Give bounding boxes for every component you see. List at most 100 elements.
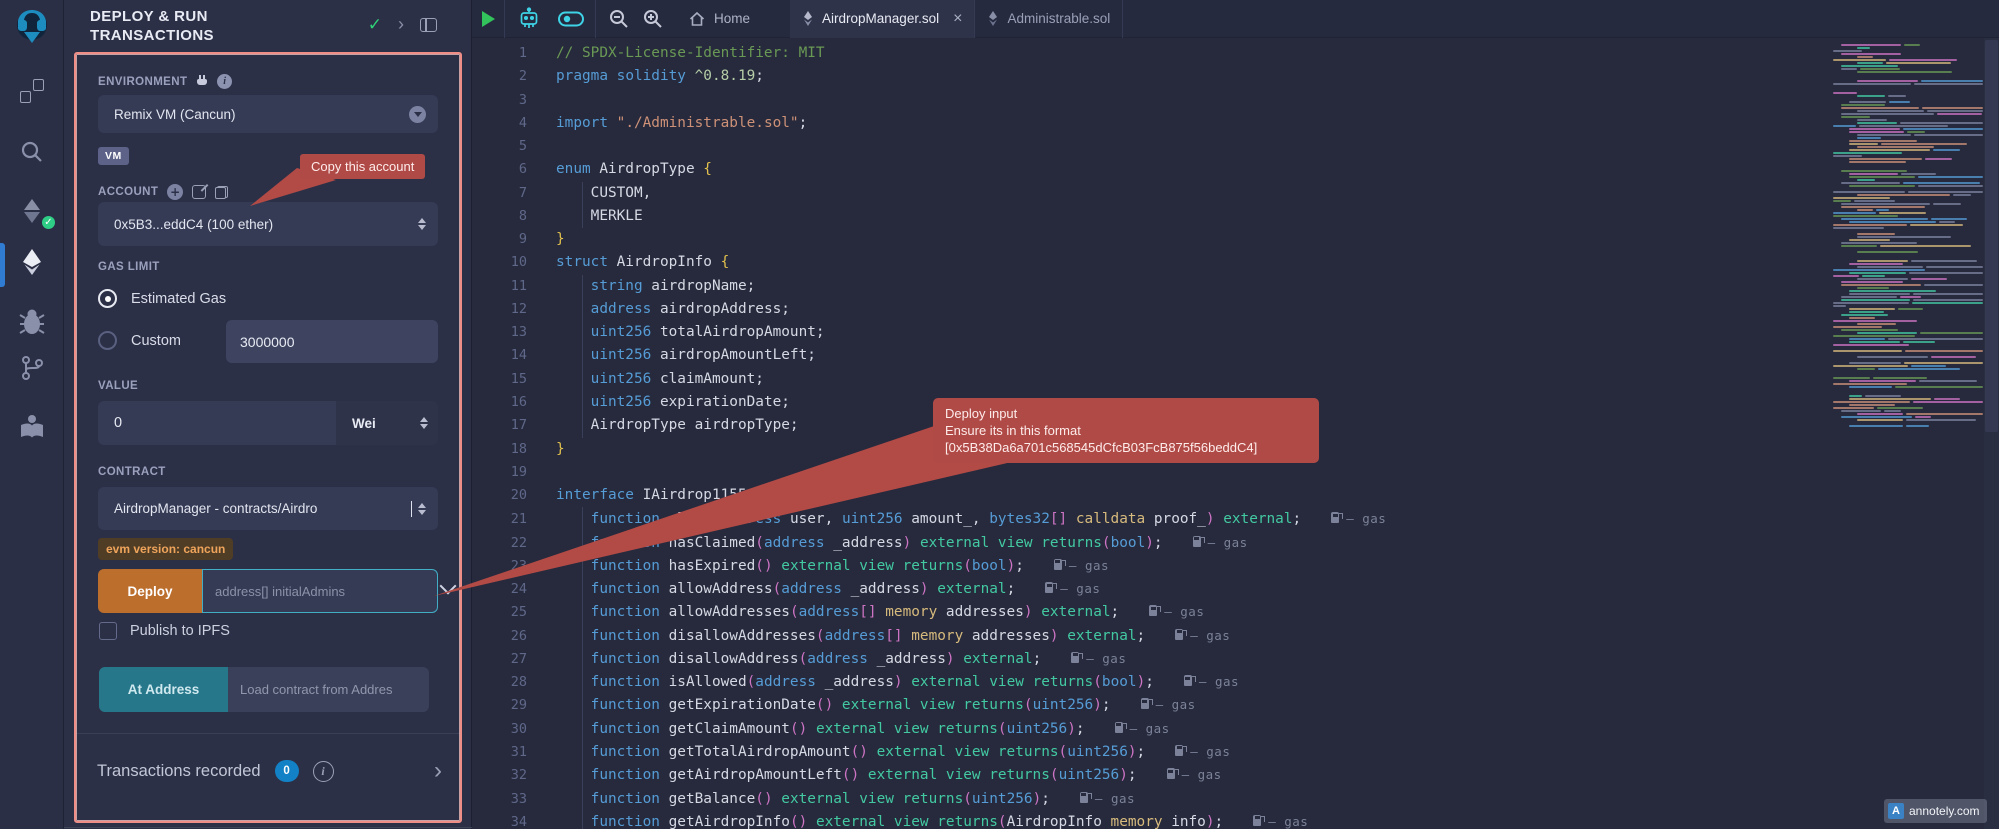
estimated-gas-option[interactable]: Estimated Gas <box>98 289 226 308</box>
at-address-button[interactable]: At Address <box>99 667 228 712</box>
deploy-button[interactable]: Deploy <box>98 569 202 613</box>
fuel-pump-icon <box>1167 768 1175 779</box>
source-control-icon[interactable] <box>0 353 64 383</box>
line-number: 33 <box>472 788 527 811</box>
at-address-input[interactable] <box>228 667 429 712</box>
line-number: 2 <box>472 65 527 88</box>
code-line: 8 MERKLE <box>472 205 1999 228</box>
editor-minimap[interactable] <box>1833 44 1983 434</box>
annotely-logo-icon: A <box>1888 803 1904 819</box>
contract-select[interactable]: AirdropManager - contracts/Airdro <box>98 487 438 530</box>
line-number: 30 <box>472 718 527 741</box>
code-line: 12 address airdropAddress; <box>472 298 1999 321</box>
zoom-in-icon[interactable] <box>642 8 664 30</box>
environment-dropdown-icon[interactable] <box>409 106 426 123</box>
close-tab-icon[interactable]: × <box>953 10 962 28</box>
line-number: 8 <box>472 205 527 228</box>
edit-account-icon[interactable] <box>192 185 206 199</box>
value-unit-select[interactable]: Wei <box>336 401 438 445</box>
expand-constructor-args-icon[interactable] <box>440 578 457 595</box>
account-select[interactable]: 0x5B3...eddC4 (100 ether) <box>98 202 438 246</box>
ai-toggle-icon[interactable] <box>557 10 585 28</box>
deploy-run-icon[interactable] <box>0 247 64 277</box>
line-number: 13 <box>472 321 527 344</box>
code-line: 13 uint256 totalAirdropAmount; <box>472 321 1999 344</box>
line-number: 18 <box>472 438 527 461</box>
zoom-out-icon[interactable] <box>608 8 630 30</box>
line-number: 9 <box>472 228 527 251</box>
tab-airdropmanager[interactable]: AirdropManager.sol × <box>790 0 975 38</box>
text-cursor <box>411 501 412 517</box>
custom-gas-radio[interactable] <box>98 331 117 350</box>
panel-chevron-right-icon[interactable]: › <box>398 14 404 35</box>
gas-estimate-hint: – gas <box>1080 791 1135 806</box>
ai-assistant-icon[interactable] <box>517 7 541 31</box>
fuel-pump-icon <box>1193 536 1201 547</box>
panel-title: DEPLOY & RUN TRANSACTIONS <box>90 7 320 45</box>
code-line: 1// SPDX-License-Identifier: MIT <box>472 42 1999 65</box>
tab-home[interactable]: Home <box>674 0 764 38</box>
account-value: 0x5B3...eddC4 (100 ether) <box>114 217 418 232</box>
transactions-info-icon[interactable]: i <box>313 761 334 782</box>
search-icon[interactable] <box>0 139 64 165</box>
line-number: 3 <box>472 89 527 112</box>
code-line: 14 uint256 airdropAmountLeft; <box>472 344 1999 367</box>
run-script-icon[interactable] <box>482 11 495 27</box>
fuel-pump-icon <box>1071 652 1079 663</box>
code-line: 11 string airdropName; <box>472 275 1999 298</box>
add-account-icon[interactable]: + <box>167 184 183 200</box>
publish-ipfs-row[interactable]: Publish to IPFS <box>99 622 230 640</box>
line-number: 19 <box>472 461 527 484</box>
line-number: 20 <box>472 484 527 507</box>
code-line: 29 function getExpirationDate() external… <box>472 693 1999 716</box>
fuel-pump-icon <box>1080 792 1088 803</box>
line-number: 17 <box>472 414 527 437</box>
code-line: 23 function hasExpired() external view r… <box>472 554 1999 577</box>
tab-administrable[interactable]: Administrable.sol <box>975 0 1123 38</box>
solidity-file-icon <box>802 11 814 26</box>
copy-account-annotation: Copy this account <box>300 154 425 179</box>
fuel-pump-icon <box>1054 559 1062 570</box>
account-label: ACCOUNT <box>98 186 158 198</box>
environment-info-icon[interactable]: i <box>217 74 232 89</box>
gas-estimate-hint: – gas <box>1167 767 1222 782</box>
line-number: 7 <box>472 182 527 205</box>
environment-label: ENVIRONMENT <box>98 76 187 88</box>
code-line: 19 <box>472 461 1999 484</box>
fuel-pump-icon <box>1141 698 1149 709</box>
copy-account-icon[interactable] <box>215 186 228 199</box>
learneth-plugin-icon[interactable] <box>0 412 64 442</box>
deploy-args-input[interactable] <box>202 569 438 613</box>
evm-version-badge: evm version: cancun <box>98 538 233 560</box>
fuel-pump-icon <box>1253 815 1261 826</box>
gas-estimate-hint: – gas <box>1141 697 1196 712</box>
editor-scrollbar-thumb[interactable] <box>1985 40 1998 432</box>
value-unit: Wei <box>352 416 376 431</box>
remix-ide-window: ✓ DE <box>0 0 1999 829</box>
custom-gas-option[interactable]: Custom <box>98 331 181 350</box>
tab-label: AirdropManager.sol <box>822 11 939 26</box>
remix-logo[interactable] <box>0 6 64 46</box>
watermark-label: annotely.com <box>1909 804 1979 818</box>
value-label: VALUE <box>98 380 138 392</box>
line-number: 16 <box>472 391 527 414</box>
file-explorer-icon[interactable] <box>0 79 64 103</box>
value-input[interactable] <box>98 401 336 445</box>
transactions-expand-icon[interactable]: › <box>434 761 442 781</box>
publish-ipfs-label: Publish to IPFS <box>130 623 230 639</box>
plug-icon[interactable] <box>196 75 208 88</box>
gas-estimate-hint: – gas <box>1045 581 1100 596</box>
annotation-line: [0x5B38Da6a701c568545dCfcB03FcB875f56bed… <box>945 439 1307 456</box>
custom-gas-input[interactable] <box>226 320 438 363</box>
line-number: 5 <box>472 135 527 158</box>
transactions-recorded-row[interactable]: Transactions recorded 0 i › <box>97 760 442 782</box>
debugger-icon[interactable] <box>0 306 64 336</box>
solidity-file-icon <box>987 11 999 26</box>
line-number: 34 <box>472 811 527 829</box>
estimated-gas-radio[interactable] <box>98 289 117 308</box>
pin-panel-icon[interactable] <box>420 18 437 32</box>
publish-ipfs-checkbox[interactable] <box>99 622 117 640</box>
code-line: 30 function getClaimAmount() external vi… <box>472 717 1999 740</box>
environment-select[interactable]: Remix VM (Cancun) <box>98 95 438 133</box>
line-number: 23 <box>472 555 527 578</box>
